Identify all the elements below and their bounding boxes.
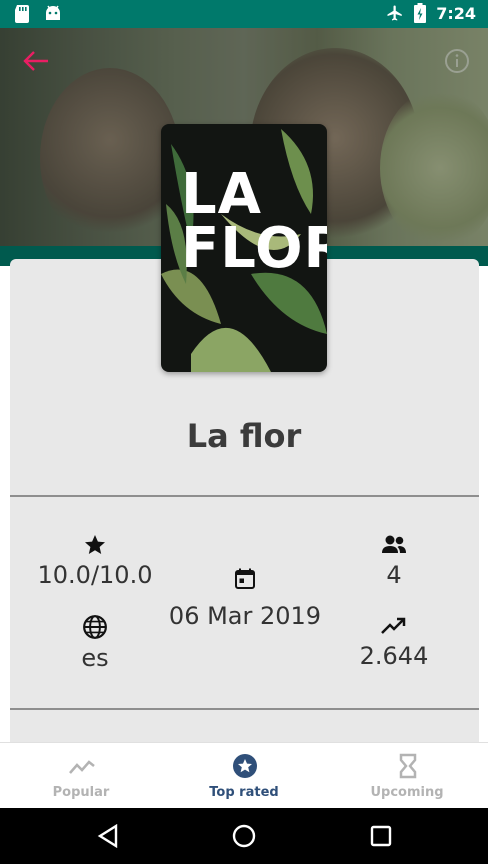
info-icon[interactable] — [444, 48, 470, 74]
airplane-icon — [387, 5, 402, 21]
language-value: es — [81, 644, 109, 672]
trending-icon — [69, 760, 95, 774]
system-home-icon[interactable] — [232, 824, 256, 848]
trending-up-icon — [381, 617, 406, 634]
battery-icon — [414, 3, 427, 23]
nav-popular[interactable]: Popular — [0, 743, 162, 809]
movie-poster: LA FLOR — [161, 124, 327, 372]
movie-title: La flor — [186, 417, 302, 455]
nav-popular-label: Popular — [52, 785, 110, 800]
android-icon — [46, 5, 60, 20]
release-date-value: 06 Mar 2019 — [168, 602, 322, 630]
nav-upcoming-label: Upcoming — [370, 785, 444, 800]
star-circle-icon — [233, 754, 257, 778]
hourglass-icon — [399, 753, 417, 779]
divider-top — [10, 495, 479, 497]
divider-bottom — [10, 708, 479, 710]
system-recents-icon[interactable] — [370, 825, 392, 847]
bottom-navigation: Popular Top rated Upcoming — [0, 742, 488, 808]
system-back-icon[interactable] — [97, 824, 119, 848]
people-icon — [382, 535, 406, 553]
status-time: 7:24 — [436, 3, 476, 23]
system-navigation-bar — [0, 808, 488, 864]
nav-top-rated[interactable]: Top rated — [163, 743, 325, 809]
popularity-value: 2.644 — [359, 642, 429, 670]
rating-value: 10.0/10.0 — [37, 561, 153, 589]
nav-top-rated-label: Top rated — [209, 785, 279, 800]
status-bar: 7:24 — [0, 0, 488, 28]
calendar-icon — [235, 568, 255, 589]
vote-count-value: 4 — [386, 561, 402, 589]
back-arrow-icon[interactable] — [20, 48, 50, 74]
globe-icon — [83, 615, 107, 639]
sd-card-icon — [15, 5, 29, 23]
nav-upcoming[interactable]: Upcoming — [326, 743, 488, 809]
poster-title-text: LA FLOR — [181, 162, 327, 281]
star-icon — [85, 535, 105, 554]
